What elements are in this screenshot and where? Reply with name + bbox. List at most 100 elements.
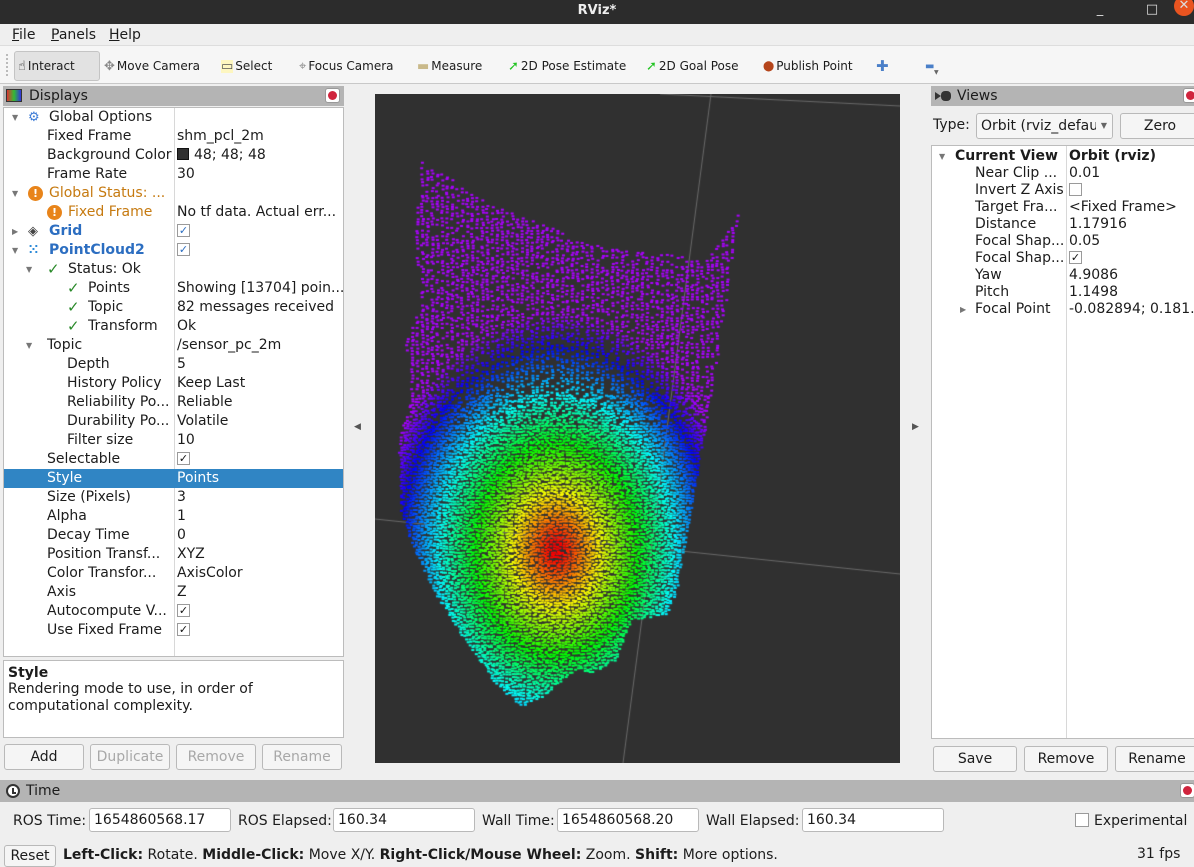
time-close-button[interactable] [1180,783,1194,798]
property-value[interactable]: ✓ [177,621,343,640]
expand-arrow-down-icon[interactable]: ▼ [26,336,32,355]
checkbox[interactable]: ✓ [1069,250,1082,264]
display-property-row[interactable]: ! Fixed Frame No tf data. Actual err... [4,203,343,222]
expand-arrow-down-icon[interactable]: ▼ [12,108,18,127]
display-property-row[interactable]: Axis Z [4,583,343,602]
property-value[interactable]: 48; 48; 48 [177,146,343,165]
menu-help[interactable]: Help [109,27,141,43]
expand-arrow-down-icon[interactable]: ▼ [12,184,18,203]
display-property-row[interactable]: Filter size 10 [4,431,343,450]
display-property-row[interactable]: ✓ Transform Ok [4,317,343,336]
displays-tree[interactable]: ▼ ⚙ Global Options Fixed Frame shm_pcl_2m Bac… [3,107,344,657]
property-value[interactable]: ✓ [177,450,343,469]
expand-arrow-down-icon[interactable]: ▼ [939,148,945,165]
display-property-row[interactable]: Depth 5 [4,355,343,374]
property-value[interactable]: 1.17916 [1069,216,1194,233]
property-value[interactable]: Orbit (rviz) [1069,148,1194,165]
display-property-row[interactable]: Background Color 48; 48; 48 [4,146,343,165]
property-value[interactable]: 1.1498 [1069,284,1194,301]
property-value[interactable]: 82 messages received [177,298,343,317]
display-property-row[interactable]: Alpha 1 [4,507,343,526]
display-property-row[interactable]: Position Transf... XYZ [4,545,343,564]
tool-interact[interactable]: ☝ Interact [14,51,100,81]
view-property-row[interactable]: Yaw 4.9086 [932,267,1194,284]
3d-render-view[interactable] [375,94,900,763]
experimental-checkbox[interactable] [1075,813,1089,827]
tool-2d-pose-estimate[interactable]: ➚ 2D Pose Estimate [505,51,629,81]
view-type-select[interactable]: Orbit (rviz_defau ▼ [976,113,1113,139]
property-value[interactable]: Ok [177,317,343,336]
expand-arrow-right-icon[interactable]: ▶ [960,301,966,318]
tool-select[interactable]: ▭ Select [218,51,275,81]
expand-arrow-down-icon[interactable]: ▼ [12,241,18,260]
color-swatch[interactable] [177,147,189,160]
toolbar-grip[interactable] [6,54,10,76]
property-value[interactable]: 30 [177,165,343,184]
display-property-row[interactable]: ▼ ⚙ Global Options [4,108,343,127]
display-property-row[interactable]: ▶ ◈ Grid ✓ [4,222,343,241]
display-property-row[interactable]: Decay Time 0 [4,526,343,545]
property-value[interactable]: 0.05 [1069,233,1194,250]
view-property-row[interactable]: Near Clip ... 0.01 [932,165,1194,182]
tool-2d-goal-pose[interactable]: ➚ 2D Goal Pose [643,51,742,81]
display-property-row[interactable]: ✓ Topic 82 messages received [4,298,343,317]
checkbox[interactable]: ✓ [177,242,190,256]
property-value[interactable]: 1 [177,507,343,526]
display-property-row[interactable]: Durability Po... Volatile [4,412,343,431]
view-property-row[interactable]: ▼ Current View Orbit (rviz) [932,148,1194,165]
menu-file[interactable]: File [12,27,35,43]
display-property-row[interactable]: Autocompute V... ✓ [4,602,343,621]
property-value[interactable]: ✓ [177,602,343,621]
property-value[interactable]: Showing [13704] poin... [177,279,343,298]
expand-arrow-right-icon[interactable]: ▶ [12,222,18,241]
property-value[interactable]: 5 [177,355,343,374]
display-property-row[interactable]: Size (Pixels) 3 [4,488,343,507]
ros-time-field[interactable]: 1654860568.17 [89,808,231,832]
display-property-row[interactable]: Reliability Po... Reliable [4,393,343,412]
point-cloud-canvas[interactable] [375,94,900,763]
views-tree[interactable]: ▼ Current View Orbit (rviz) Near Clip ... 0.… [931,145,1194,739]
remove-tool-button[interactable]: ▬ ▼ [922,51,939,81]
view-property-row[interactable]: Pitch 1.1498 [932,284,1194,301]
collapse-left-arrow-icon[interactable]: ◀ [354,422,361,432]
property-value[interactable]: Keep Last [177,374,343,393]
checkbox[interactable]: ✓ [177,622,190,636]
property-value[interactable]: 4.9086 [1069,267,1194,284]
display-property-row[interactable]: Style Points [4,469,343,488]
view-property-row[interactable]: Focal Shap... 0.05 [932,233,1194,250]
property-value[interactable]: <Fixed Frame> [1069,199,1194,216]
add-display-button[interactable]: Add [4,744,84,770]
view-property-row[interactable]: Distance 1.17916 [932,216,1194,233]
wall-time-field[interactable]: 1654860568.20 [557,808,699,832]
display-property-row[interactable]: Selectable ✓ [4,450,343,469]
tool-publish-point[interactable]: ⬤ Publish Point [760,51,856,81]
display-property-row[interactable]: ▼ ⁙ PointCloud2 ✓ [4,241,343,260]
rename-view-button[interactable]: Rename [1115,746,1194,772]
rename-display-button[interactable]: Rename [262,744,342,770]
collapse-right-arrow-icon[interactable]: ▶ [912,422,919,432]
tool-measure[interactable]: ▬ Measure [414,51,485,81]
display-property-row[interactable]: ▼ Topic/sensor_pc_2m [4,336,343,355]
displays-close-button[interactable] [325,88,340,103]
wall-elapsed-field[interactable]: 160.34 [802,808,944,832]
minimize-button[interactable]: _ [1088,0,1112,22]
save-view-button[interactable]: Save [933,746,1017,772]
view-property-row[interactable]: ▶ Focal Point -0.082894; 0.181... [932,301,1194,318]
views-close-button[interactable] [1183,88,1194,103]
reset-button[interactable]: Reset [4,845,56,867]
display-property-row[interactable]: Color Transfor... AxisColor [4,564,343,583]
property-value[interactable]: 3 [177,488,343,507]
checkbox[interactable]: ✓ [177,451,190,465]
display-property-row[interactable]: Use Fixed Frame ✓ [4,621,343,640]
ros-elapsed-field[interactable]: 160.34 [333,808,475,832]
property-value[interactable]: AxisColor [177,564,343,583]
property-value[interactable]: ✓ [1069,250,1194,267]
property-value[interactable]: XYZ [177,545,343,564]
remove-view-button[interactable]: Remove [1024,746,1108,772]
display-property-row[interactable]: ▼ ✓ Status: Ok [4,260,343,279]
property-value[interactable]: 0 [177,526,343,545]
property-value[interactable]: 10 [177,431,343,450]
checkbox[interactable]: ✓ [177,223,190,237]
property-value[interactable]: Points [177,469,343,488]
property-value[interactable]: ✓ [177,222,343,241]
